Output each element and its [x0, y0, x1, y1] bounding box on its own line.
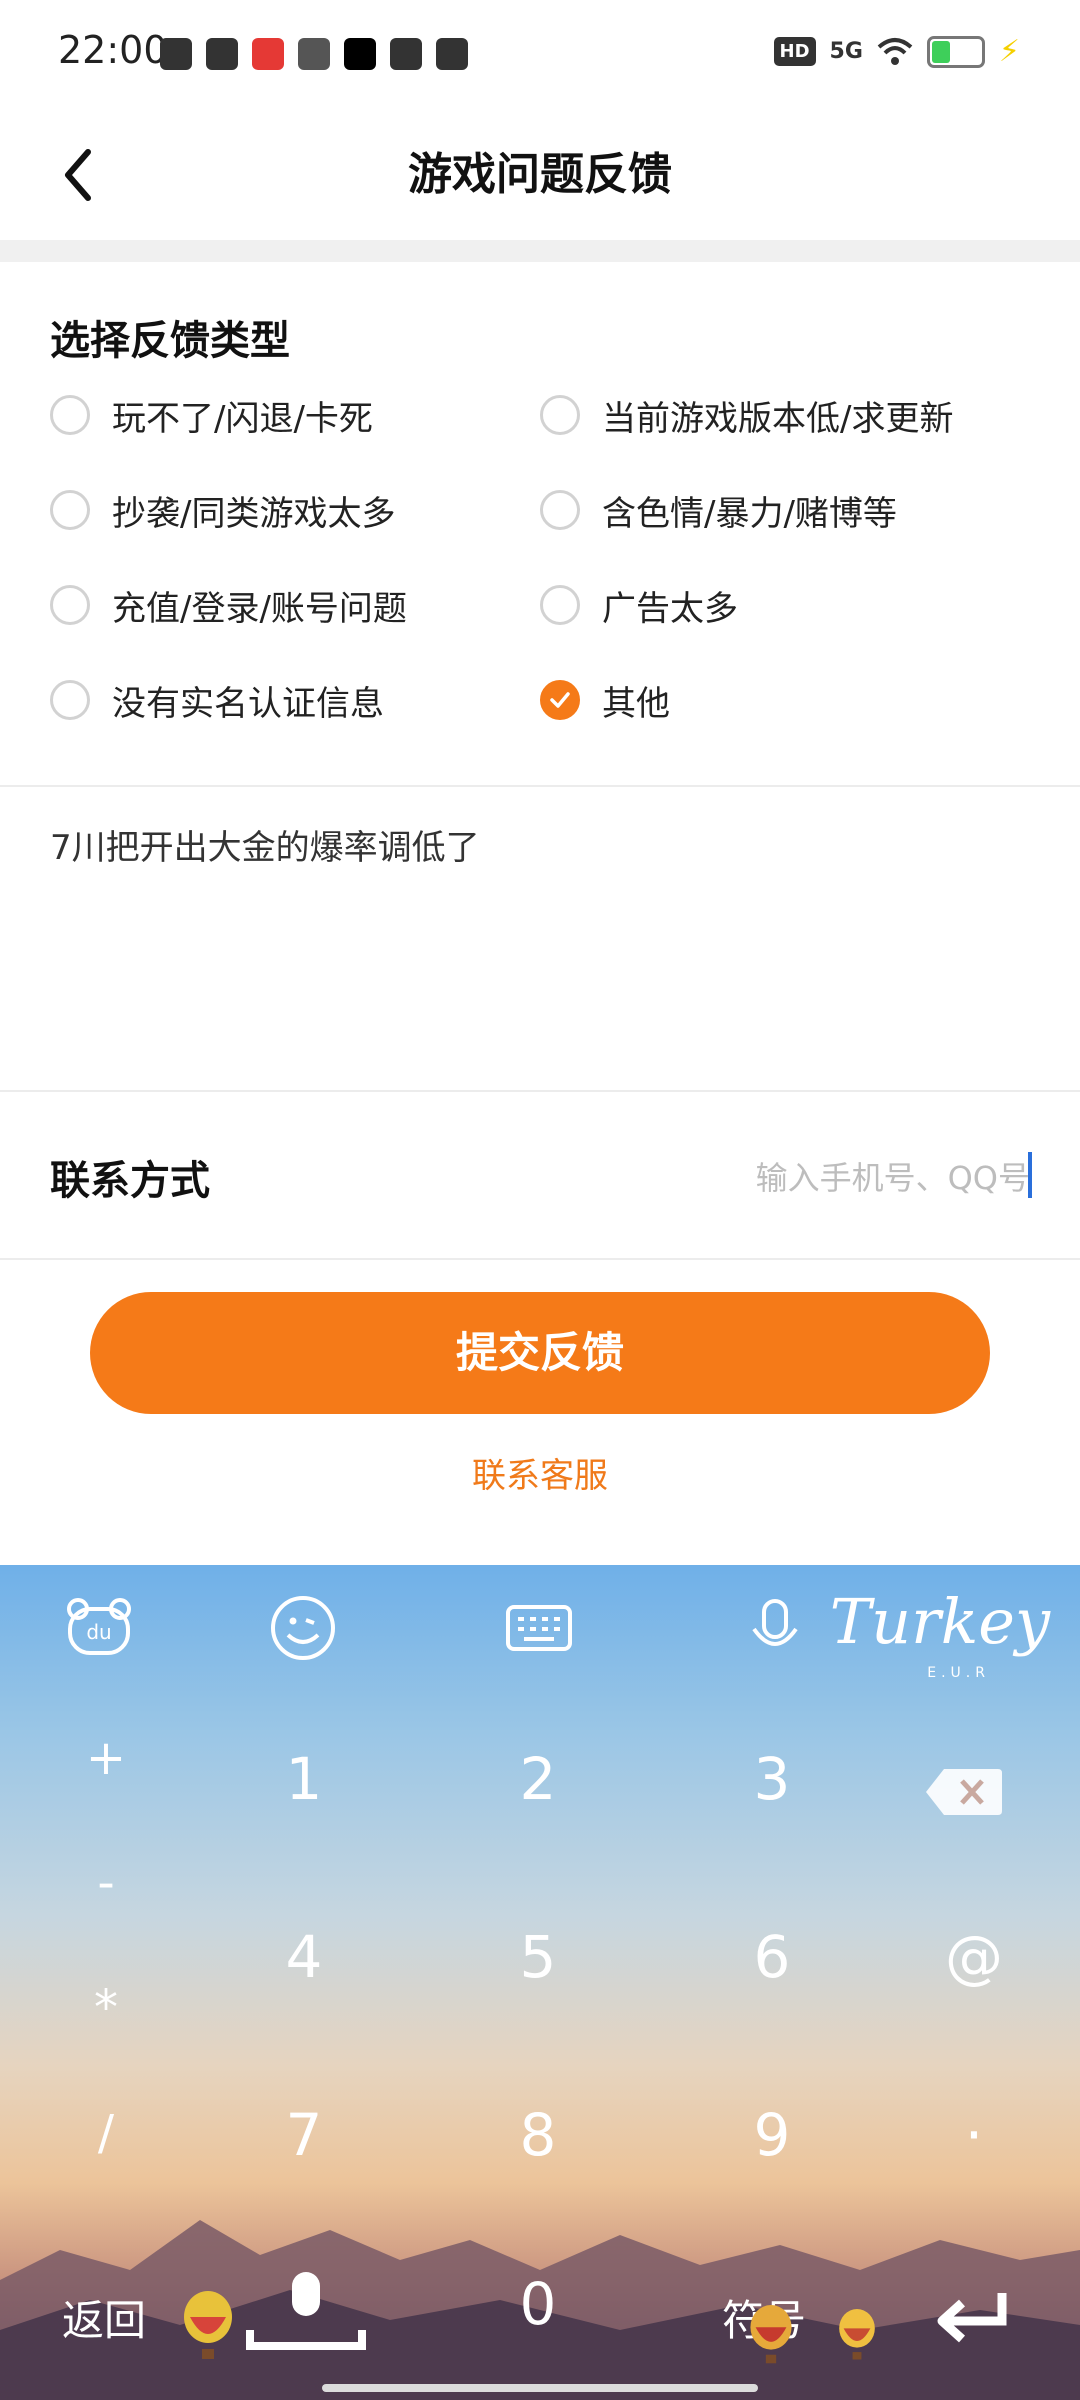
page-title: 游戏问题反馈	[408, 149, 672, 200]
key-4[interactable]: 4	[244, 1923, 364, 1991]
contact-label: 联系方式	[50, 1158, 210, 1204]
option-realname[interactable]: 没有实名认证信息	[50, 665, 384, 735]
wifi-icon	[877, 37, 913, 65]
balloon-decoration	[839, 2309, 875, 2360]
radio-icon	[540, 585, 580, 625]
enter-icon[interactable]	[932, 2287, 1012, 2351]
key-1[interactable]: 1	[244, 1745, 364, 1813]
option-inappropriate[interactable]: 含色情/暴力/赌博等	[540, 475, 897, 545]
key-6[interactable]: 6	[712, 1923, 832, 1991]
status-time: 22:00	[58, 28, 168, 72]
submit-feedback-button[interactable]: 提交反馈	[90, 1292, 990, 1414]
key-back[interactable]: 返回	[62, 2287, 146, 2348]
leaf-app-icon	[298, 38, 330, 70]
key-plus[interactable]: +	[66, 1730, 146, 1786]
option-label: 其他	[602, 683, 670, 724]
bus-app-icon	[390, 38, 422, 70]
star-app-icon	[344, 38, 376, 70]
radio-checked-icon	[540, 680, 580, 720]
option-label: 玩不了/闪退/卡死	[112, 398, 373, 439]
option-version[interactable]: 当前游戏版本低/求更新	[540, 380, 953, 450]
douyin-icon	[160, 38, 192, 70]
balloon-decoration	[184, 2291, 232, 2359]
radio-icon	[540, 490, 580, 530]
keyboard-toolbar: du Turkey E.U.R	[0, 1565, 1080, 1695]
hd-badge: HD	[773, 37, 816, 66]
section-divider	[0, 240, 1080, 262]
balloon-decoration	[750, 2305, 792, 2364]
option-label: 广告太多	[602, 588, 738, 629]
key-8[interactable]: 8	[478, 2101, 598, 2169]
key-asterisk[interactable]: *	[66, 1980, 146, 2036]
contact-service-link[interactable]: 联系客服	[0, 1448, 1080, 1497]
key-dot[interactable]: ·	[914, 2101, 1034, 2169]
option-label: 没有实名认证信息	[112, 683, 384, 724]
option-ads[interactable]: 广告太多	[540, 570, 738, 640]
key-at[interactable]: @	[914, 1923, 1034, 1991]
key-minus[interactable]: -	[66, 1855, 146, 1911]
option-crash[interactable]: 玩不了/闪退/卡死	[50, 380, 373, 450]
radio-icon	[50, 585, 90, 625]
feedback-textarea[interactable]: 7川把开出大金的爆率调低了	[50, 820, 480, 869]
heart-app-icon	[252, 38, 284, 70]
voice-icon[interactable]	[740, 1593, 810, 1663]
home-indicator[interactable]	[322, 2384, 758, 2392]
network-indicator: 5G	[829, 39, 863, 64]
status-right: HD 5G ⚡	[773, 34, 1020, 69]
svg-text:du: du	[86, 1620, 111, 1644]
keyboard-skin-brand: Turkey	[829, 1585, 1050, 1658]
divider	[0, 1258, 1080, 1260]
radio-icon	[50, 680, 90, 720]
status-bar: 22:00 HD 5G ⚡	[0, 0, 1080, 110]
key-slash[interactable]: /	[66, 2105, 146, 2161]
option-label: 当前游戏版本低/求更新	[602, 398, 954, 439]
backspace-icon[interactable]	[924, 1765, 1004, 1819]
status-app-icons	[160, 38, 468, 70]
radio-icon	[50, 395, 90, 435]
charging-icon: ⚡	[998, 34, 1020, 69]
key-5[interactable]: 5	[478, 1923, 598, 1991]
key-7[interactable]: 7	[244, 2101, 364, 2169]
space-mic-icon[interactable]	[244, 2270, 368, 2360]
key-2[interactable]: 2	[478, 1745, 598, 1813]
text-caret	[1028, 1152, 1032, 1198]
option-label: 充值/登录/账号问题	[112, 588, 407, 629]
feedback-type-title: 选择反馈类型	[50, 318, 290, 364]
option-plagiarism[interactable]: 抄袭/同类游戏太多	[50, 475, 395, 545]
key-0[interactable]: 0	[478, 2270, 598, 2338]
battery-icon	[926, 35, 985, 68]
header: 游戏问题反馈	[0, 110, 1080, 240]
contact-input[interactable]	[550, 1150, 1030, 1206]
radio-icon	[540, 395, 580, 435]
keyboard-skin-sub: E.U.R	[927, 1665, 990, 1681]
check-icon	[550, 692, 570, 708]
card-app-icon	[436, 38, 468, 70]
divider	[0, 1090, 1080, 1092]
keyboard-icon[interactable]	[504, 1593, 574, 1663]
radio-icon	[50, 490, 90, 530]
option-other[interactable]: 其他	[540, 665, 670, 735]
key-3[interactable]: 3	[712, 1745, 832, 1813]
du-bear-icon[interactable]: du	[64, 1593, 134, 1663]
key-9[interactable]: 9	[712, 2101, 832, 2169]
emoji-icon[interactable]	[268, 1593, 338, 1663]
number-keyboard: du Turkey E.U.R + - * / 1 2 3 4 5 6 7 8 …	[0, 1565, 1080, 2400]
divider	[0, 785, 1080, 787]
option-label: 抄袭/同类游戏太多	[112, 493, 396, 534]
du-icon	[206, 38, 238, 70]
option-account[interactable]: 充值/登录/账号问题	[50, 570, 407, 640]
option-label: 含色情/暴力/赌博等	[602, 493, 897, 534]
